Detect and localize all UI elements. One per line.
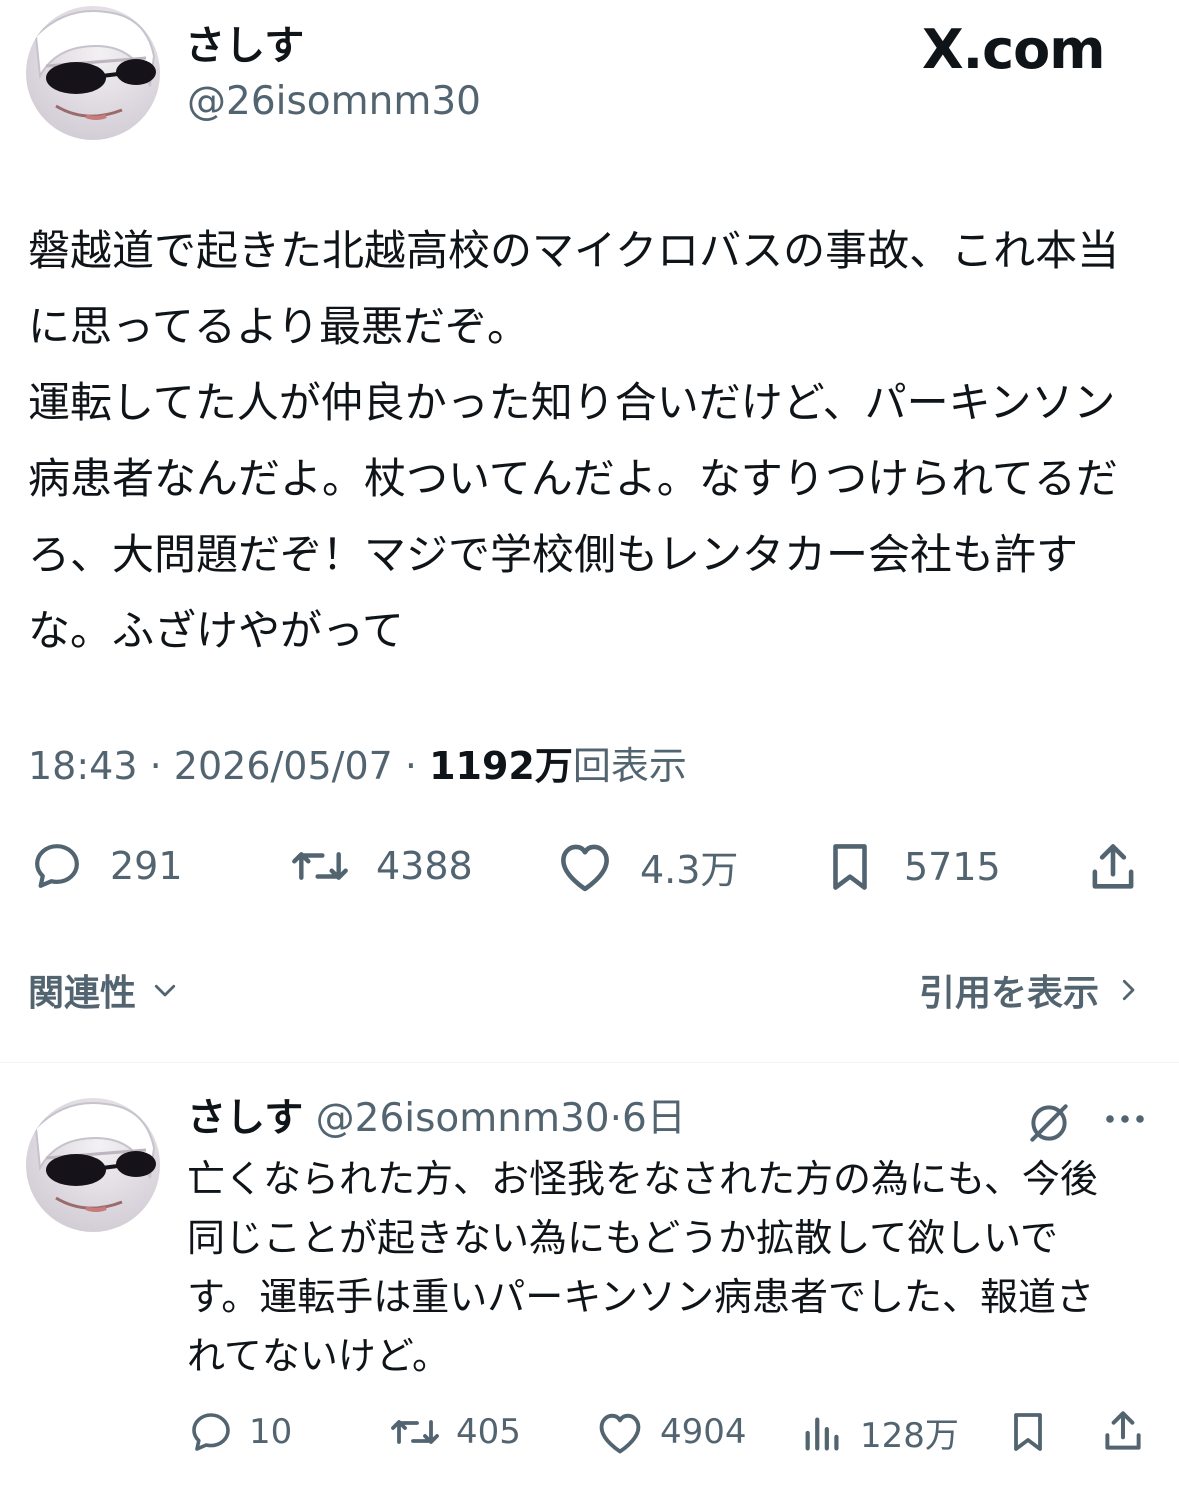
reply-icon xyxy=(35,844,79,888)
reply-author-handle[interactable]: @26isomnm30 xyxy=(316,1096,610,1141)
share-icon xyxy=(1092,844,1134,889)
bookmark-button[interactable]: 5715 xyxy=(820,838,1001,896)
retweet-icon xyxy=(292,852,348,880)
reply-time[interactable]: 6日 xyxy=(622,1096,686,1141)
reply-retweet-count: 405 xyxy=(456,1412,521,1452)
reply-share-button[interactable] xyxy=(1098,1406,1148,1460)
views-label: 回表示 xyxy=(572,744,687,788)
like-icon xyxy=(561,844,609,892)
x-logo-watermark: X.com xyxy=(922,18,1106,81)
retweet-icon xyxy=(391,1420,439,1444)
bookmark-count: 5715 xyxy=(904,845,1001,889)
like-count: 4.3万 xyxy=(640,847,739,892)
reply-header: さしす @26isomnm30·6日 xyxy=(187,1094,686,1144)
author-avatar[interactable] xyxy=(26,6,160,140)
reply-author-avatar[interactable] xyxy=(26,1098,160,1232)
reply-count: 291 xyxy=(110,844,183,888)
reply-reply-button[interactable]: 10 xyxy=(187,1408,292,1456)
meta-separator: · xyxy=(609,1096,623,1141)
meta-separator: · xyxy=(404,744,418,788)
relevance-sort-dropdown[interactable]: 関連性 xyxy=(28,964,180,1016)
reply-author-name[interactable]: さしす xyxy=(187,1096,303,1141)
author-name[interactable]: さしす xyxy=(185,22,304,70)
like-button[interactable]: 4.3万 xyxy=(554,838,738,894)
tweet-text: 磐越道で起きた北越高校のマイクロバスの事故、これ本当に思ってるより最悪だぞ。 運… xyxy=(28,226,1120,655)
bookmark-icon xyxy=(1014,1413,1042,1451)
reply-like-button[interactable]: 4904 xyxy=(594,1408,747,1456)
views-count: 1192万 xyxy=(429,744,573,788)
avatar-illustration xyxy=(34,1102,156,1212)
view-quotes-link[interactable]: 引用を表示 xyxy=(919,964,1143,1016)
tweet-date[interactable]: 2026/05/07 xyxy=(174,744,393,788)
chevron-down-icon xyxy=(154,984,176,997)
share-button[interactable] xyxy=(1084,838,1142,896)
retweet-count: 4388 xyxy=(376,844,473,888)
reply-reply-count: 10 xyxy=(249,1412,293,1452)
tweet-meta: 18:43 · 2026/05/07 · 1192万回表示 xyxy=(28,740,687,792)
reply-like-count: 4904 xyxy=(660,1412,747,1452)
grok-icon[interactable] xyxy=(1024,1098,1074,1152)
chevron-right-icon xyxy=(1122,979,1135,1001)
section-divider xyxy=(0,1062,1179,1063)
reply-button[interactable]: 291 xyxy=(28,838,183,894)
author-handle[interactable]: @26isomnm30 xyxy=(187,78,481,126)
share-icon xyxy=(1105,1411,1141,1450)
bookmark-icon xyxy=(833,844,867,890)
tweet-time[interactable]: 18:43 xyxy=(28,744,138,788)
view-quotes-label: 引用を表示 xyxy=(918,973,1099,1014)
retweet-button[interactable]: 4388 xyxy=(288,838,473,894)
reply-retweet-button[interactable]: 405 xyxy=(388,1408,521,1456)
reply-icon xyxy=(192,1413,230,1451)
analytics-icon xyxy=(805,1416,839,1450)
reply-text: 亡くなられた方、お怪我をなされた方の為にも、今後同じことが起きない為にもどうか拡… xyxy=(187,1157,1098,1378)
relevance-label: 関連性 xyxy=(28,973,137,1014)
more-options-icon[interactable] xyxy=(1102,1104,1148,1138)
meta-separator: · xyxy=(149,744,162,788)
avatar-illustration xyxy=(34,10,156,120)
like-icon xyxy=(599,1413,641,1454)
reply-views-count: 128万 xyxy=(860,1416,959,1456)
reply-views-button[interactable]: 128万 xyxy=(800,1408,959,1457)
reply-bookmark-button[interactable] xyxy=(1004,1408,1052,1460)
